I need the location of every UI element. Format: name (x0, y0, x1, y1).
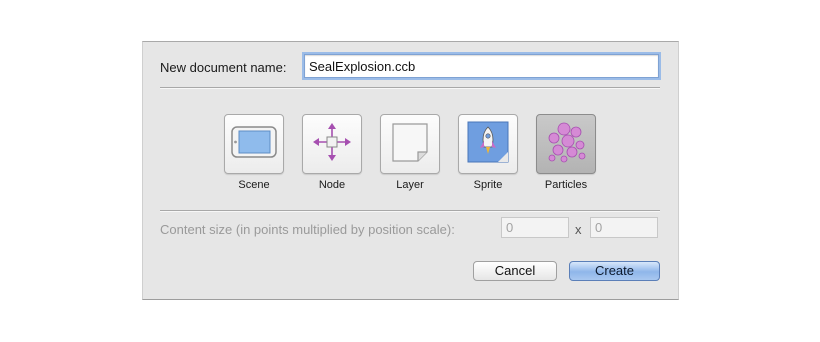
node-icon (312, 122, 352, 167)
particles-icon (544, 121, 588, 168)
create-button[interactable]: Create (569, 261, 660, 281)
scene-icon (230, 125, 278, 164)
sprite-icon (465, 119, 511, 170)
scene-type-button[interactable] (224, 114, 284, 174)
particles-label: Particles (544, 179, 588, 191)
top-divider (160, 87, 660, 89)
layer-icon (390, 121, 430, 168)
times-symbol: x (575, 222, 582, 237)
cancel-button[interactable]: Cancel (473, 261, 557, 281)
particles-type-button[interactable] (536, 114, 596, 174)
layer-label: Layer (396, 179, 424, 191)
new-document-dialog: New document name: Scene (142, 41, 679, 300)
content-height-input[interactable] (590, 217, 658, 238)
content-size-label: Content size (in points multiplied by po… (160, 222, 455, 237)
sprite-label: Sprite (473, 179, 503, 191)
layer-type-button[interactable] (380, 114, 440, 174)
scene-label: Scene (238, 179, 270, 191)
node-type-button[interactable] (302, 114, 362, 174)
document-name-label: New document name: (160, 60, 287, 75)
sprite-type-button[interactable] (458, 114, 518, 174)
content-width-input[interactable] (501, 217, 569, 238)
document-name-input[interactable] (304, 54, 659, 78)
node-label: Node (318, 179, 346, 191)
bottom-divider (160, 210, 660, 212)
